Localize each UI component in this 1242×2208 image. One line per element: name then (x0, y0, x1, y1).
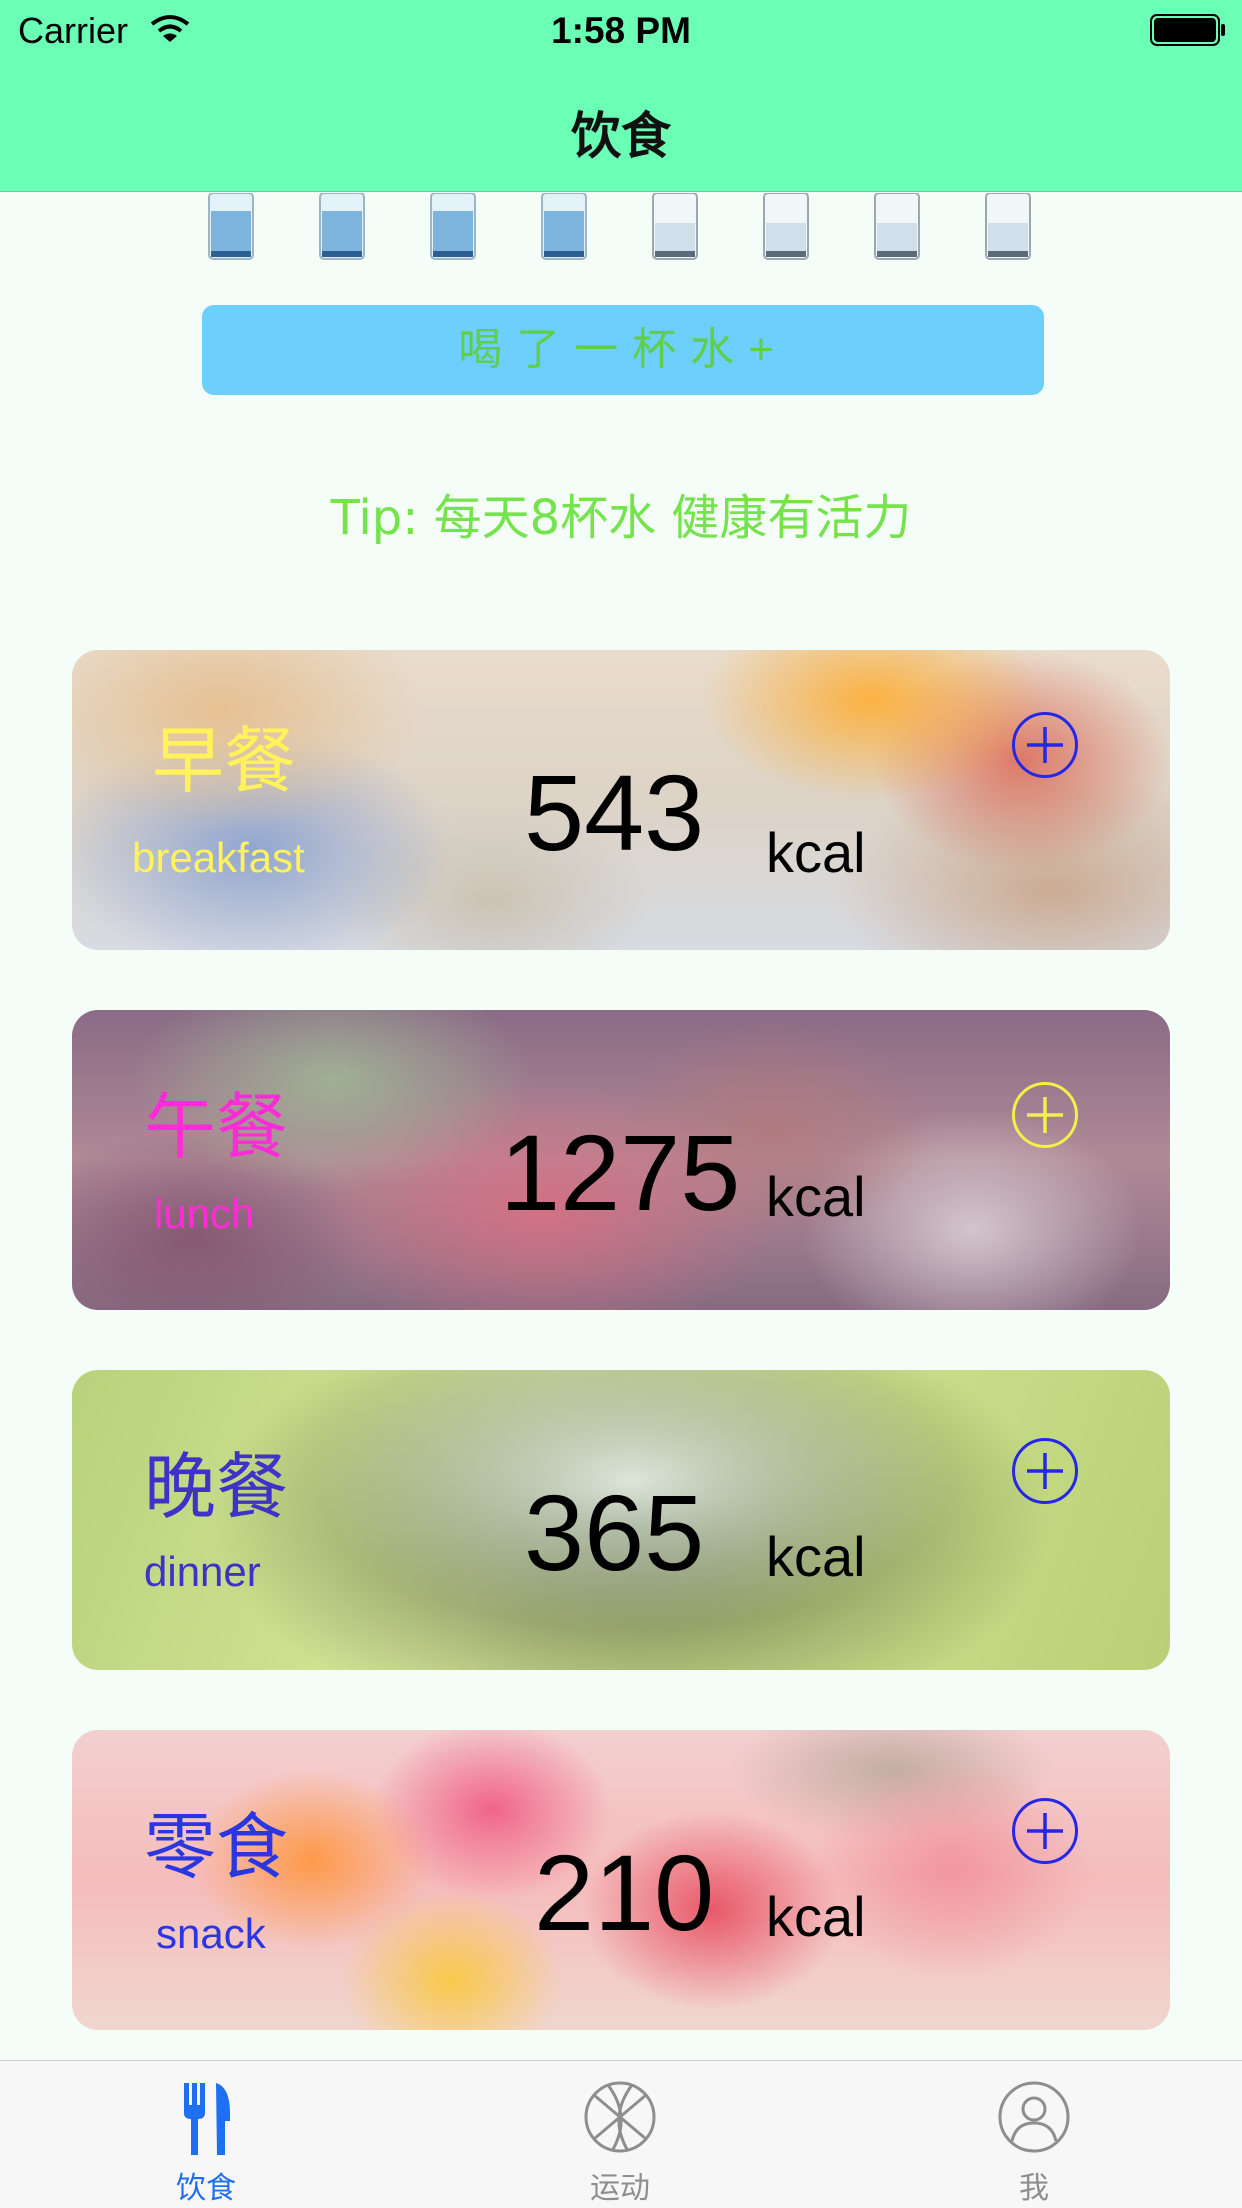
add-breakfast-button[interactable] (1012, 712, 1078, 778)
drink-water-button[interactable]: 喝了一杯水+ (202, 305, 1044, 395)
meal-name-en: lunch (154, 1190, 255, 1237)
meal-kcal-unit: kcal (766, 821, 866, 884)
meal-name-cn: 午餐 (144, 1085, 289, 1169)
tab-label: 我 (1019, 2171, 1049, 2206)
meal-kcal-value: 543 (524, 752, 705, 873)
meal-name-cn: 晚餐 (144, 1445, 289, 1529)
battery-icon (1150, 14, 1225, 46)
meal-kcal-value: 365 (524, 1472, 705, 1593)
page-title: 饮食 (571, 107, 671, 165)
tab-diet[interactable]: 饮食 (106, 2061, 306, 2208)
add-snack-button[interactable] (1012, 1798, 1078, 1864)
plus-icon (1027, 727, 1063, 763)
meal-card-snack[interactable]: 零食 snack 210 kcal (72, 1730, 1170, 2030)
person-icon (998, 2081, 1070, 2153)
empty-glass-icon (985, 193, 1031, 260)
meal-card-breakfast[interactable]: 早餐 breakfast 543 kcal (72, 650, 1170, 950)
add-dinner-button[interactable] (1012, 1438, 1078, 1504)
water-tip: Tip: 每天8杯水 健康有活力 (330, 490, 912, 546)
tab-exercise[interactable]: 运动 (520, 2061, 720, 2208)
meal-kcal-unit: kcal (766, 1165, 866, 1228)
fork-knife-icon (184, 2083, 230, 2155)
meal-card-lunch[interactable]: 午餐 lunch 1275 kcal (72, 1010, 1170, 1310)
empty-glass-icon (652, 193, 698, 260)
plus-icon (1027, 1097, 1063, 1133)
status-time: 1:58 PM (551, 10, 691, 51)
meal-name-cn: 零食 (144, 1805, 289, 1889)
water-glass-icon (430, 193, 476, 260)
water-glass-icon (319, 193, 365, 260)
meal-name-cn: 早餐 (152, 719, 297, 803)
meal-kcal-value: 1275 (500, 1112, 741, 1233)
basketball-icon (584, 2081, 656, 2153)
add-lunch-button[interactable] (1012, 1082, 1078, 1148)
meal-name-en: breakfast (132, 834, 305, 881)
meal-name-en: dinner (144, 1548, 261, 1595)
meal-kcal-unit: kcal (766, 1525, 866, 1588)
top-bar: Carrier 1:58 PM 饮食 (0, 0, 1242, 192)
plus-icon (1027, 1453, 1063, 1489)
water-glass-icon (541, 193, 587, 260)
empty-glass-icon (763, 193, 809, 260)
tab-bar: 饮食 运动 我 (0, 2060, 1242, 2208)
plus-icon (1027, 1813, 1063, 1849)
meal-kcal-unit: kcal (766, 1885, 866, 1948)
tab-label: 饮食 (176, 2171, 236, 2206)
water-glass-icon (208, 193, 254, 260)
empty-glass-icon (874, 193, 920, 260)
meal-kcal-value: 210 (534, 1832, 715, 1953)
water-glasses (205, 193, 1043, 261)
meal-card-dinner[interactable]: 晚餐 dinner 365 kcal (72, 1370, 1170, 1670)
meal-name-en: snack (156, 1910, 266, 1957)
tab-label: 运动 (590, 2171, 650, 2206)
tab-me[interactable]: 我 (934, 2061, 1134, 2208)
